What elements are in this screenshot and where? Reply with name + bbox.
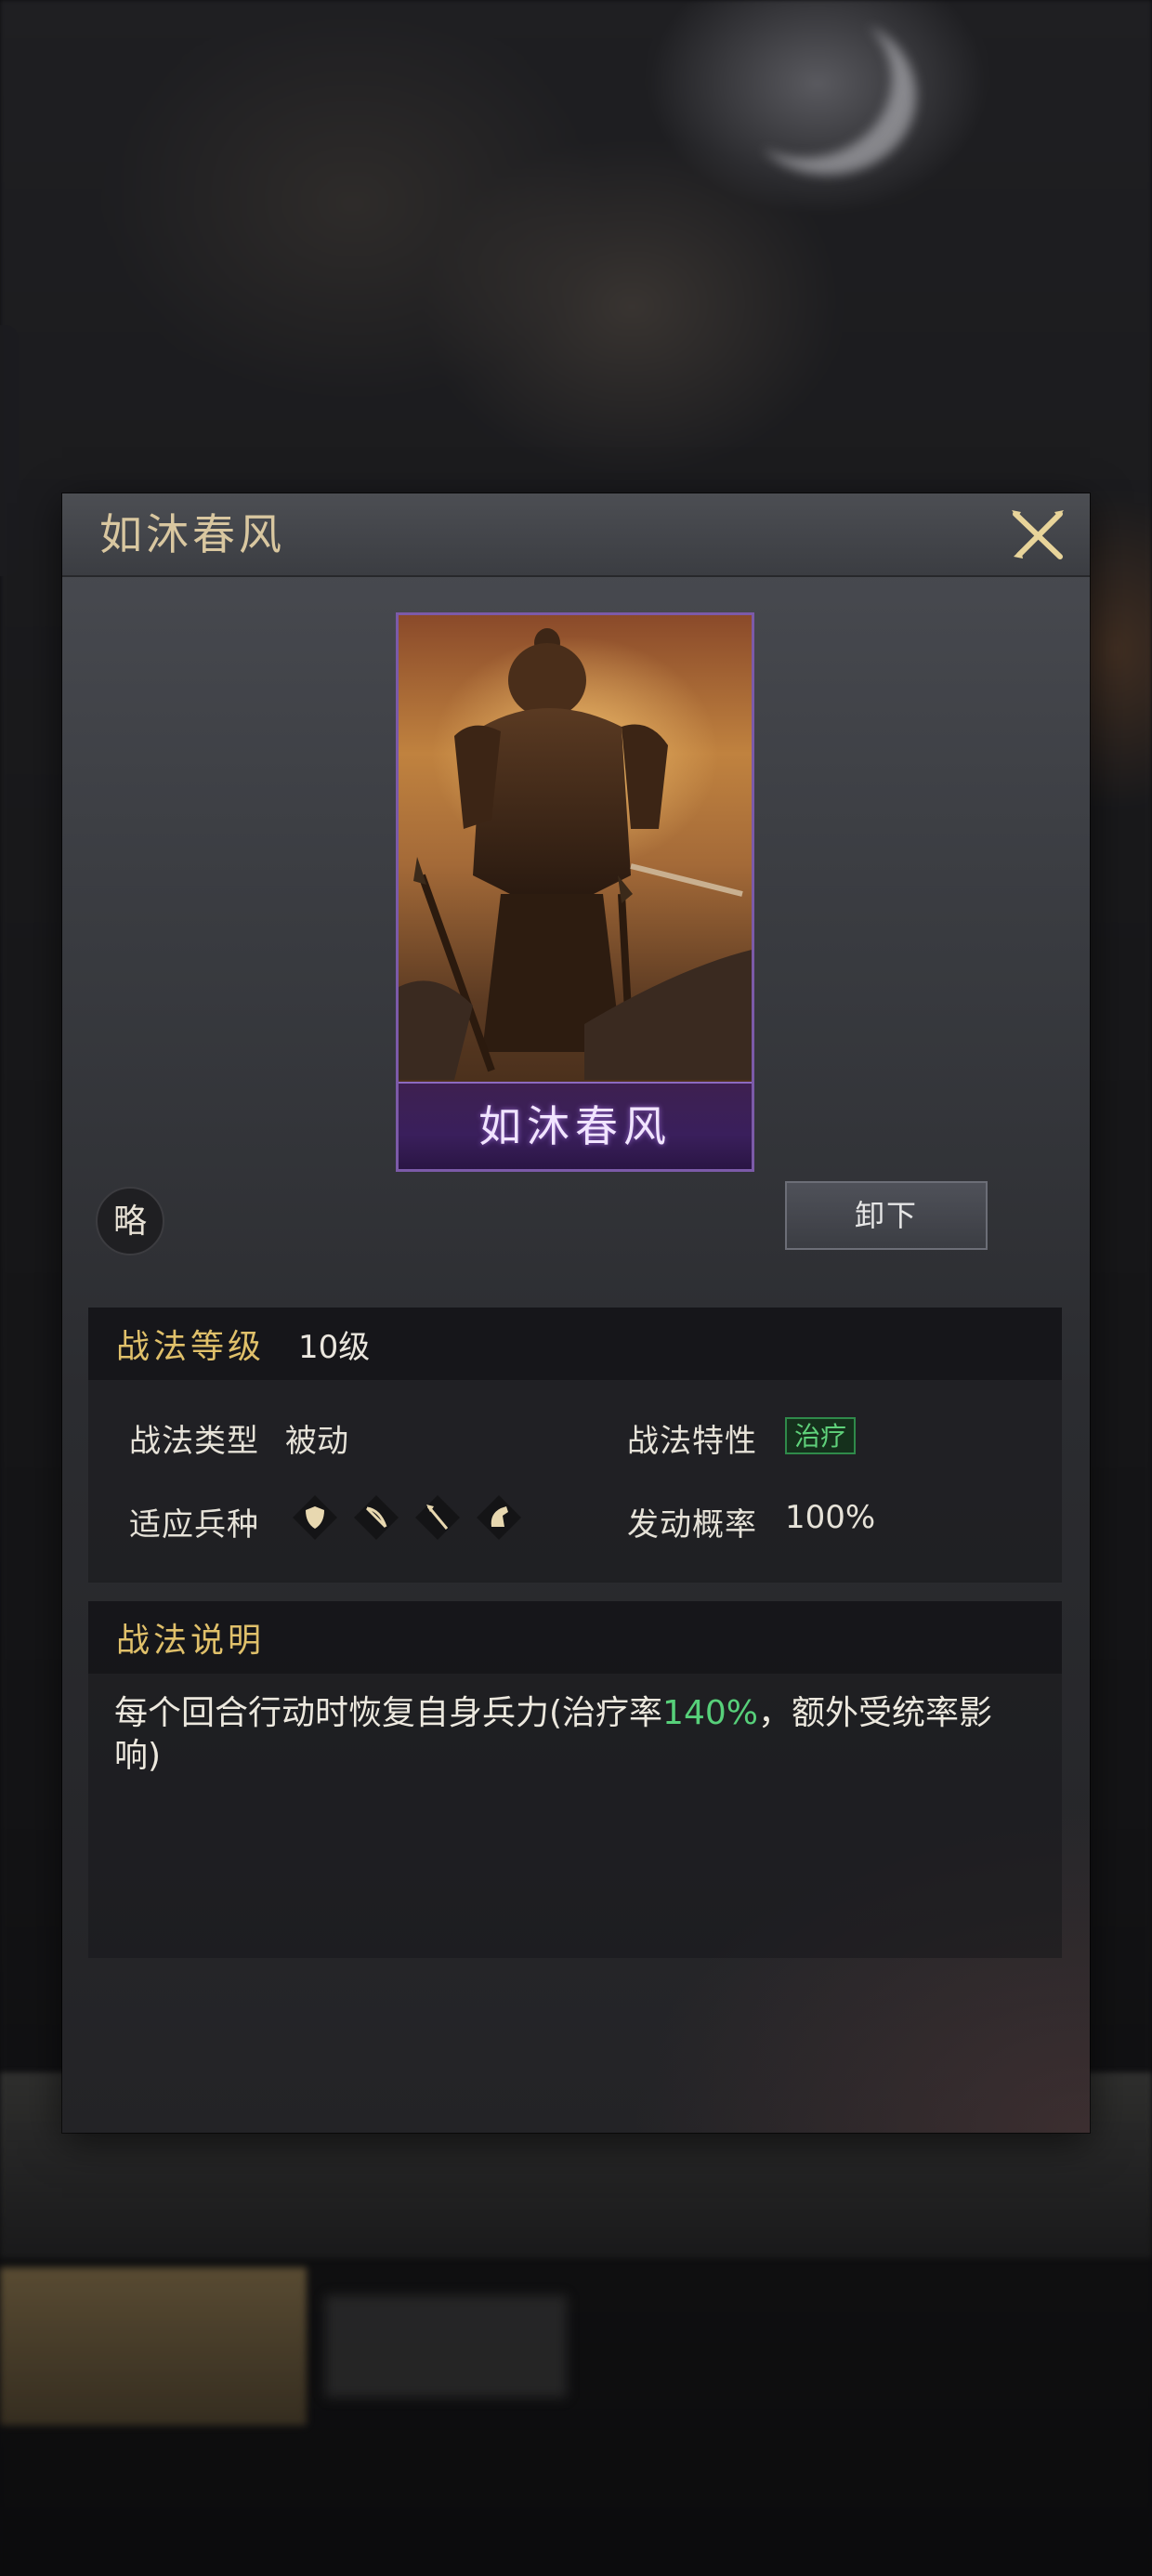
skill-description-section: 战法说明 每个回合行动时恢复自身兵力(治疗率140%，额外受统率影响)	[88, 1601, 1062, 1958]
description-part-1: 每个回合行动时恢复自身兵力(治疗率	[114, 1694, 663, 1732]
bow-icon	[354, 1495, 399, 1540]
trigger-rate-label: 发动概率	[627, 1506, 757, 1544]
skill-type-value: 被动	[285, 1423, 348, 1460]
trigger-rate-value: 100%	[785, 1499, 876, 1536]
unequip-button[interactable]: 卸下	[785, 1181, 988, 1250]
skill-description-title: 战法说明	[116, 1622, 266, 1660]
skill-detail-dialog: 如沐春风 如沐春风 略 卸下 战法等级 10级 战法类型 被动 战法特性 治疗 …	[62, 493, 1090, 2133]
skill-trait-label: 战法特性	[627, 1423, 757, 1460]
dialog-title: 如沐春风	[99, 509, 285, 559]
heal-trait-tag: 治疗	[785, 1417, 857, 1454]
shield-icon	[293, 1495, 337, 1540]
warrior-illustration	[399, 628, 752, 1080]
heal-rate-highlight: 140%	[662, 1694, 758, 1732]
unit-types-label: 适应兵种	[129, 1506, 259, 1544]
horse-icon	[477, 1495, 521, 1540]
close-button[interactable]	[1006, 503, 1069, 566]
skill-description-header: 战法说明	[88, 1601, 1062, 1674]
blurred-bottom-tab	[0, 2267, 307, 2425]
side-panel-handle	[0, 325, 19, 576]
skill-level-section: 战法等级 10级 战法类型 被动 战法特性 治疗 适应兵种 发动概率 100%	[88, 1308, 1062, 1583]
dialog-header: 如沐春风	[62, 493, 1090, 577]
skill-level-header: 战法等级 10级	[88, 1308, 1062, 1380]
card-name: 如沐春风	[399, 1082, 752, 1169]
strategy-badge: 略	[96, 1187, 164, 1255]
moon-decoration	[715, 0, 892, 158]
skill-level-value: 10级	[298, 1328, 371, 1366]
skill-type-label: 战法类型	[129, 1423, 259, 1460]
skill-description-text: 每个回合行动时恢复自身兵力(治疗率140%，额外受统率影响)	[114, 1692, 1034, 1778]
blurred-bottom-tab-secondary	[325, 2295, 567, 2398]
close-icon	[1012, 510, 1064, 559]
skill-level-title: 战法等级	[116, 1328, 266, 1366]
skill-card: 如沐春风	[396, 612, 754, 1172]
spear-icon	[415, 1495, 460, 1540]
